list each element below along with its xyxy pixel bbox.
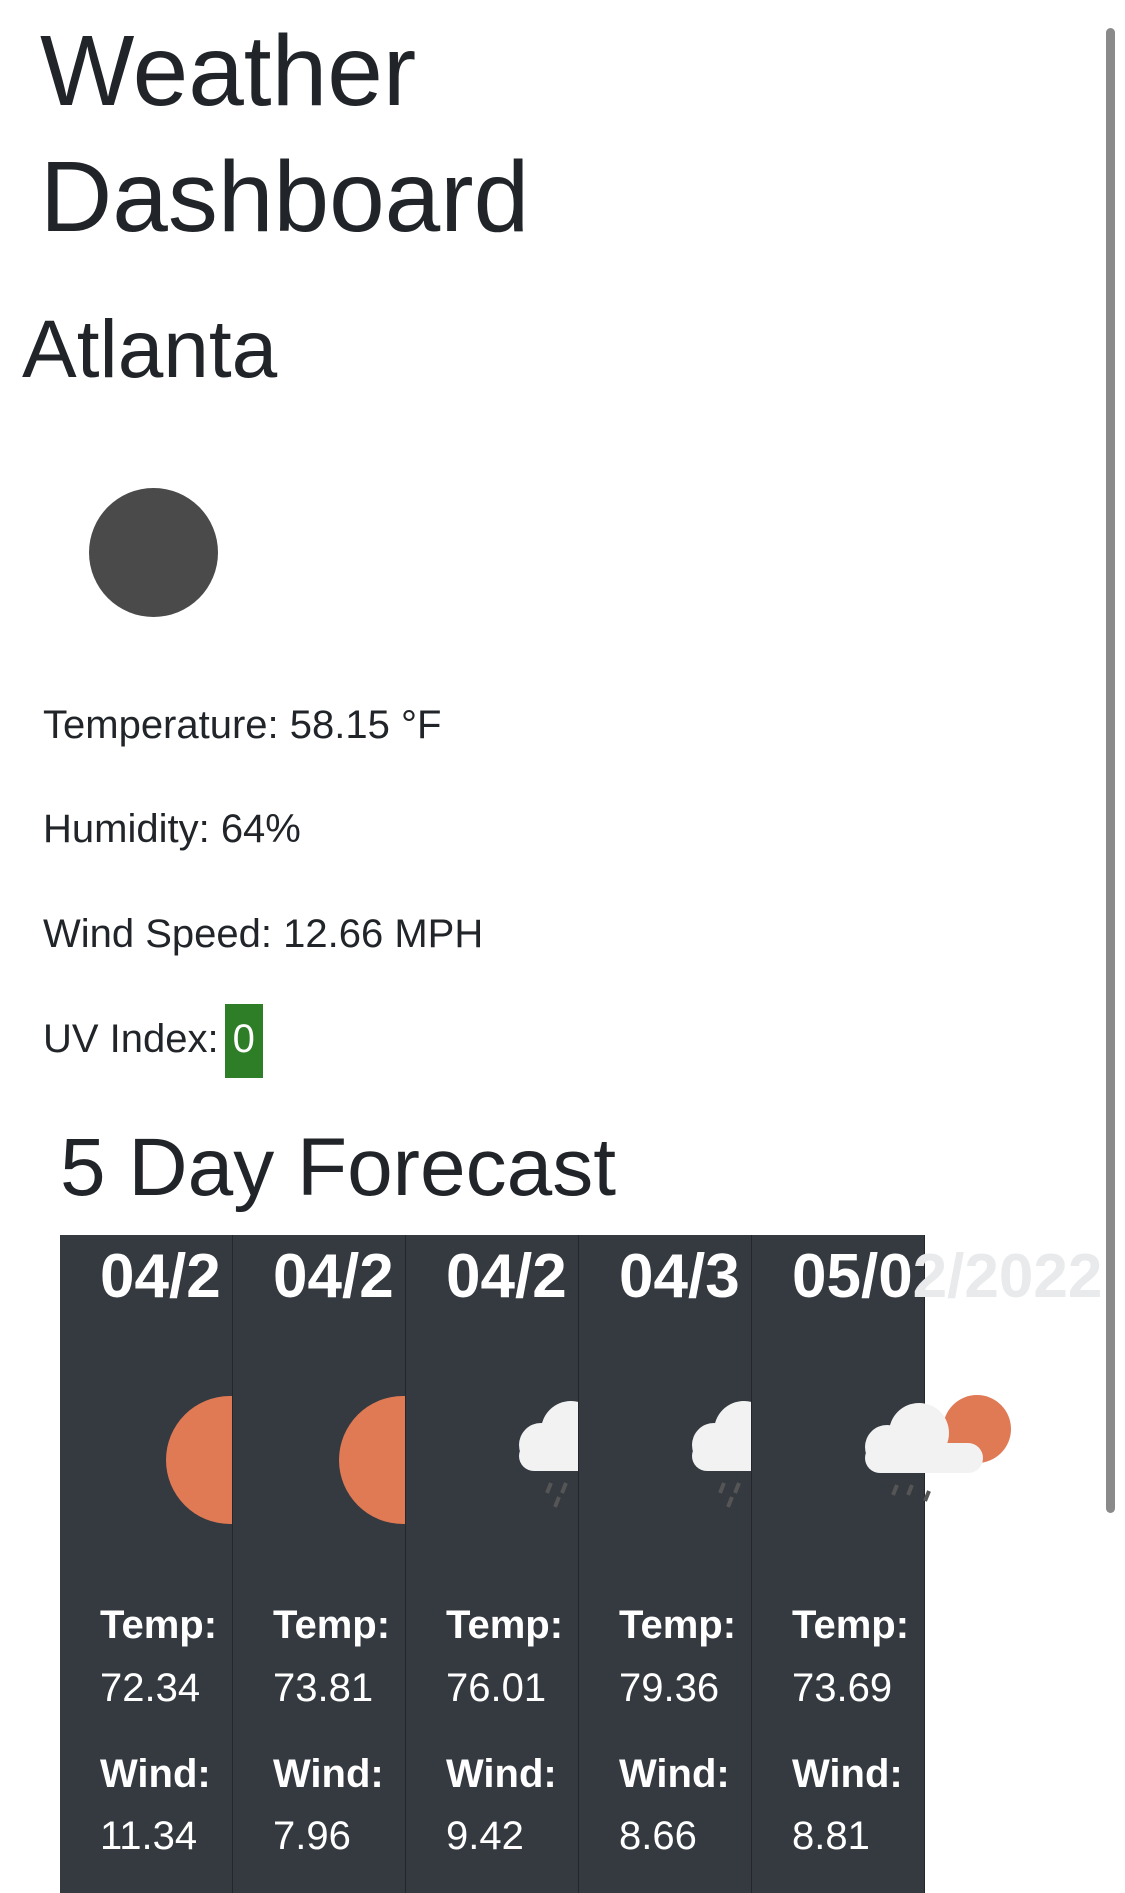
wind-speed-text: Wind Speed: 12.66 MPH [43,912,484,956]
wind-value: 7.96 [273,1814,351,1858]
vertical-scrollbar[interactable] [1106,28,1115,1513]
wind-label: Wind: [100,1752,211,1796]
forecast-date: 05/02/2022 [792,1235,1102,1319]
wind-label: Wind: [792,1752,903,1796]
wind-label: Wind: [619,1752,730,1796]
temp-value: 79.36 [619,1666,720,1710]
sun-icon [339,1396,405,1524]
forecast-card: 04/2 Temp: 72.34 Wind: 11.34 [60,1235,233,1893]
temp-value: 76.01 [446,1666,547,1710]
uv-index-label: UV Index: [43,1017,219,1061]
forecast-row: 04/2 Temp: 72.34 Wind: 11.34 04/2 Temp: … [60,1235,1125,1893]
forecast-card: 05/02/2022 Temp: 73.69 Wind: 8.81 [752,1235,1102,1893]
forecast-date: 04/2 [446,1242,567,1311]
humidity-text: Humidity: 64% [43,807,301,851]
wind-value: 11.34 [100,1814,198,1858]
forecast-card: 04/3 Temp: 79.36 Wind: 8.66 [579,1235,752,1893]
weather-dashboard-page: Weather Dashboard Atlanta Temperature: 5… [0,0,1125,1893]
forecast-card: 04/2 Temp: 76.01 Wind: 9.42 [406,1235,579,1893]
temp-label: Temp: [100,1603,218,1647]
temp-label: Temp: [446,1603,564,1647]
temp-label: Temp: [619,1603,737,1647]
uv-index-badge: 0 [224,1004,263,1078]
rain-cloud-icon [692,1401,751,1508]
temp-label: Temp: [792,1603,910,1647]
sun-icon [166,1396,232,1524]
forecast-date: 04/2 [100,1242,221,1311]
night-clear-icon [89,488,218,617]
forecast-date: 04/2 [273,1242,394,1311]
temp-value: 73.81 [273,1666,374,1710]
forecast-date: 04/3 [619,1242,740,1311]
wind-value: 8.81 [792,1814,870,1858]
wind-label: Wind: [446,1752,557,1796]
uv-index-text: UV Index: 0 [43,1004,263,1078]
wind-value: 8.66 [619,1814,697,1858]
forecast-title: 5 Day Forecast [60,1122,616,1213]
temperature-text: Temperature: 58.15 °F [43,703,442,747]
forecast-date-visible: 05/0 [792,1242,913,1311]
temp-label: Temp: [273,1603,391,1647]
rain-cloud-icon [519,1401,578,1508]
forecast-date-overflow: 2/2022 [912,1242,1103,1311]
temp-value: 73.69 [792,1666,893,1710]
temp-value: 72.34 [100,1666,201,1710]
city-name: Atlanta [22,304,278,395]
rain-cloud-sun-icon [865,1395,1011,1502]
forecast-card: 04/2 Temp: 73.81 Wind: 7.96 [233,1235,406,1893]
wind-value: 9.42 [446,1814,524,1858]
wind-label: Wind: [273,1752,384,1796]
page-title: Weather Dashboard [40,15,530,253]
